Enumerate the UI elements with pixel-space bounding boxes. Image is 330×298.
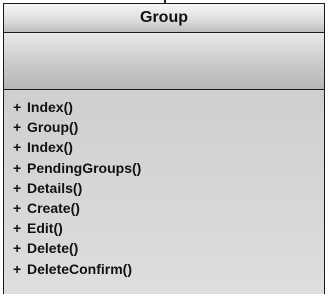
operation-label: PendingGroups() bbox=[27, 159, 142, 176]
operation-label: Index() bbox=[27, 139, 73, 156]
operation-label: Group() bbox=[27, 119, 79, 136]
class-name: Group bbox=[140, 9, 188, 26]
visibility-marker: + bbox=[13, 220, 22, 237]
operation-label: Edit() bbox=[27, 220, 63, 237]
visibility-marker: + bbox=[13, 119, 22, 136]
operation-item: + Group() bbox=[13, 117, 324, 137]
attributes-compartment bbox=[4, 33, 324, 90]
class-name-header: Group bbox=[4, 4, 324, 33]
visibility-marker: + bbox=[13, 159, 22, 176]
operation-item: + PendingGroups() bbox=[13, 158, 324, 178]
operation-label: Index() bbox=[27, 99, 73, 116]
operation-item: + Details() bbox=[13, 178, 324, 198]
operation-item: + Delete() bbox=[13, 238, 324, 258]
visibility-marker: + bbox=[13, 200, 22, 217]
uml-class-box[interactable]: Group + Index() + Group() + Index() + Pe… bbox=[3, 3, 325, 294]
visibility-marker: + bbox=[13, 99, 22, 116]
visibility-marker: + bbox=[13, 139, 22, 156]
operation-label: Create() bbox=[27, 200, 80, 217]
visibility-marker: + bbox=[13, 260, 22, 277]
operation-label: DeleteConfirm() bbox=[27, 260, 133, 277]
operation-item: + Index() bbox=[13, 137, 324, 157]
operation-item: + Edit() bbox=[13, 218, 324, 238]
operation-label: Details() bbox=[27, 179, 83, 196]
operation-item: + DeleteConfirm() bbox=[13, 259, 324, 279]
operation-label: Delete() bbox=[27, 240, 79, 257]
visibility-marker: + bbox=[13, 240, 22, 257]
operation-item: + Create() bbox=[13, 198, 324, 218]
operation-item: + Index() bbox=[13, 97, 324, 117]
operations-compartment: + Index() + Group() + Index() + PendingG… bbox=[4, 90, 324, 294]
visibility-marker: + bbox=[13, 179, 22, 196]
